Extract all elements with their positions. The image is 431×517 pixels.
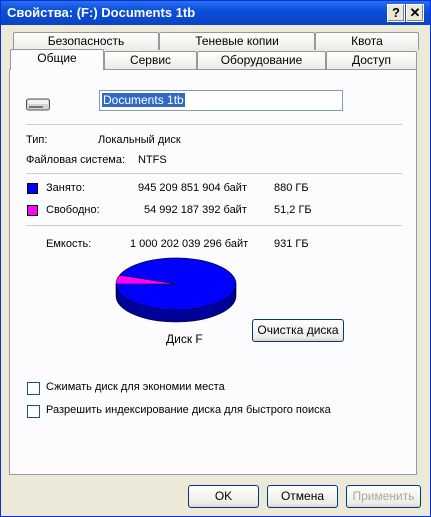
title-bar[interactable]: Свойства: (F:) Documents 1tb ? ✕ <box>1 1 430 25</box>
used-color-swatch <box>27 183 38 194</box>
divider <box>26 124 402 125</box>
used-size: 880 ГБ <box>274 182 309 194</box>
close-button[interactable]: ✕ <box>406 4 424 22</box>
ok-button[interactable]: OK <box>188 485 259 508</box>
tab-sharing[interactable]: Доступ <box>326 51 417 69</box>
properties-window: Свойства: (F:) Documents 1tb ? ✕ Безопас… <box>0 0 431 517</box>
compress-checkbox[interactable] <box>27 382 40 395</box>
capacity-label: Емкость: <box>46 238 92 250</box>
free-size: 51,2 ГБ <box>274 204 312 216</box>
divider <box>26 173 402 174</box>
tab-tools[interactable]: Сервис <box>104 51 197 69</box>
used-bytes: 945 209 851 904 байт <box>138 182 247 194</box>
type-label: Тип: <box>26 134 48 146</box>
free-color-swatch <box>27 205 38 216</box>
index-label[interactable]: Разрешить индексирование диска для быстр… <box>46 404 331 416</box>
cancel-button[interactable]: Отмена <box>267 485 338 508</box>
apply-button[interactable]: Применить <box>346 485 421 508</box>
free-label: Свободно: <box>46 204 100 216</box>
tab-general[interactable]: Общие <box>10 49 104 70</box>
disk-cleanup-button[interactable]: Очистка диска <box>252 319 344 342</box>
filesystem-value: NTFS <box>138 154 167 166</box>
drive-name-input[interactable]: Documents 1tb <box>99 90 343 111</box>
free-bytes: 54 992 187 392 байт <box>144 204 247 216</box>
capacity-bytes: 1 000 202 039 296 байт <box>130 238 249 250</box>
drive-name-value: Documents 1tb <box>102 93 185 107</box>
tab-quota[interactable]: Квота <box>315 32 419 50</box>
filesystem-label: Файловая система: <box>26 154 126 166</box>
compress-label[interactable]: Сжимать диск для экономии места <box>46 381 225 393</box>
general-panel: Documents 1tb Тип: Локальный диск Файлов… <box>9 69 417 475</box>
tab-security[interactable]: Безопасность <box>13 32 159 50</box>
type-value: Локальный диск <box>98 134 181 146</box>
index-checkbox[interactable] <box>27 405 40 418</box>
disk-usage-pie-chart <box>115 257 237 323</box>
tab-shadow-copies[interactable]: Теневые копии <box>159 32 315 50</box>
used-label: Занято: <box>46 182 85 194</box>
window-title: Свойства: (F:) Documents 1tb <box>7 5 196 20</box>
capacity-size: 931 ГБ <box>274 238 309 250</box>
drive-icon <box>26 97 50 111</box>
disk-label: Диск F <box>166 332 203 346</box>
divider <box>26 225 402 226</box>
tab-hardware[interactable]: Оборудование <box>197 51 326 69</box>
help-button[interactable]: ? <box>387 4 405 22</box>
